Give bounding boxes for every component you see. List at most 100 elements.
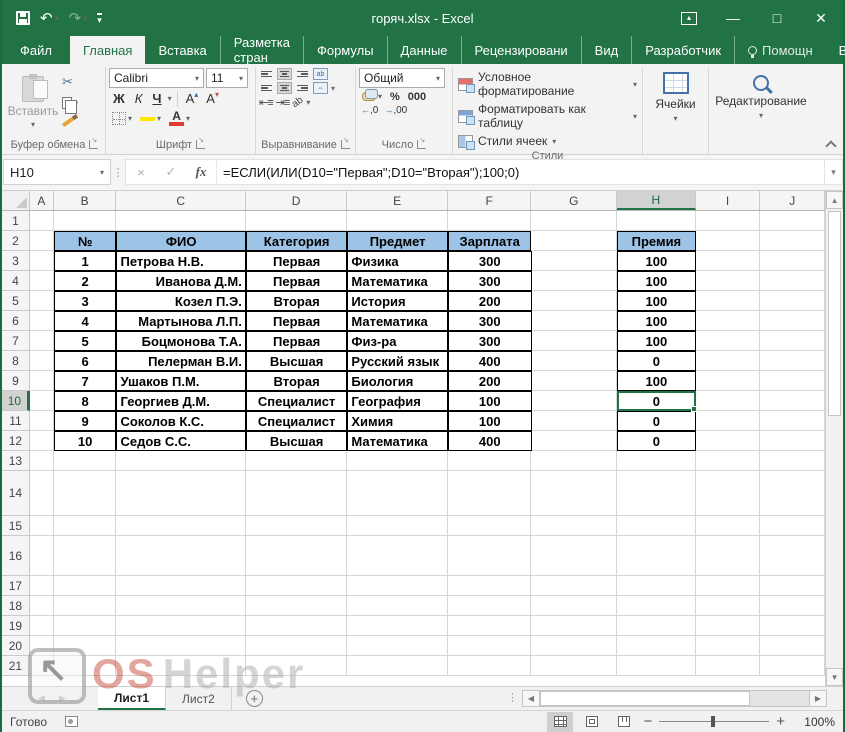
cell-F8[interactable]: 400 bbox=[448, 351, 532, 371]
zoom-slider-thumb[interactable] bbox=[711, 716, 715, 727]
cell-I6[interactable] bbox=[696, 311, 761, 331]
cell-B3[interactable]: 1 bbox=[54, 251, 117, 271]
cell-G1[interactable] bbox=[531, 211, 617, 231]
new-sheet-button[interactable]: + bbox=[246, 690, 263, 707]
cell-C4[interactable]: Иванова Д.М. bbox=[116, 271, 245, 291]
row-header-4[interactable]: 4 bbox=[2, 271, 30, 291]
cell-J5[interactable] bbox=[760, 291, 825, 311]
tab-рецензировани[interactable]: Рецензировани bbox=[462, 36, 582, 64]
underline-button[interactable]: Ч bbox=[148, 90, 165, 107]
cell-A13[interactable] bbox=[30, 451, 54, 471]
cell-B6[interactable]: 4 bbox=[54, 311, 117, 331]
cell-C5[interactable]: Козел П.Э. bbox=[116, 291, 245, 311]
cell-I14[interactable] bbox=[696, 471, 761, 516]
cell-B18[interactable] bbox=[54, 596, 117, 616]
cell-B10[interactable]: 8 bbox=[54, 391, 117, 411]
paste-button[interactable]: Вставить ▾ bbox=[7, 68, 59, 137]
cell-F19[interactable] bbox=[448, 616, 532, 636]
cells-button[interactable]: Ячейки ▾ bbox=[646, 68, 705, 154]
cell-F5[interactable]: 200 bbox=[448, 291, 532, 311]
cell-G11[interactable] bbox=[532, 411, 618, 431]
cell-D13[interactable] bbox=[246, 451, 348, 471]
tab-вид[interactable]: Вид bbox=[582, 36, 633, 64]
cell-J8[interactable] bbox=[760, 351, 825, 371]
row-header-21[interactable]: 21 bbox=[2, 656, 30, 676]
wrap-text-icon[interactable]: ab bbox=[313, 68, 328, 80]
row-header-7[interactable]: 7 bbox=[2, 331, 30, 351]
cell-D12[interactable]: Высшая bbox=[246, 431, 348, 451]
cell-E15[interactable] bbox=[347, 516, 448, 536]
cell-B12[interactable]: 10 bbox=[54, 431, 117, 451]
cell-B5[interactable]: 3 bbox=[54, 291, 117, 311]
vertical-scrollbar[interactable]: ▲ ▼ bbox=[825, 191, 843, 686]
align-center-button[interactable] bbox=[277, 82, 292, 94]
column-header-E[interactable]: E bbox=[347, 191, 448, 210]
horizontal-scrollbar[interactable]: ◀ ▶ bbox=[522, 690, 827, 707]
cell-B9[interactable]: 7 bbox=[54, 371, 117, 391]
cell-C16[interactable] bbox=[116, 536, 245, 576]
cell-E9[interactable]: Биология bbox=[347, 371, 448, 391]
row-header-20[interactable]: 20 bbox=[2, 636, 30, 656]
cell-E14[interactable] bbox=[347, 471, 448, 516]
cell-G9[interactable] bbox=[532, 371, 618, 391]
row-header-9[interactable]: 9 bbox=[2, 371, 30, 391]
redo-button[interactable]: ↷▾ bbox=[69, 9, 88, 27]
zoom-in-button[interactable]: + bbox=[776, 713, 785, 730]
column-header-A[interactable]: A bbox=[30, 191, 54, 210]
cell-A8[interactable] bbox=[30, 351, 54, 371]
decrease-indent-button[interactable]: ⇤≡ bbox=[259, 96, 273, 109]
italic-button[interactable]: К bbox=[131, 90, 147, 107]
cell-E16[interactable] bbox=[347, 536, 448, 576]
cell-C6[interactable]: Мартынова Л.П. bbox=[116, 311, 245, 331]
editing-button[interactable]: Редактирование ▾ bbox=[712, 68, 810, 154]
cell-F16[interactable] bbox=[448, 536, 532, 576]
select-all-corner[interactable] bbox=[2, 191, 30, 210]
cell-G19[interactable] bbox=[531, 616, 617, 636]
maximize-button[interactable]: □ bbox=[755, 0, 799, 36]
clipboard-dialog-launcher-icon[interactable] bbox=[89, 140, 98, 149]
cell-C10[interactable]: Георгиев Д.М. bbox=[116, 391, 245, 411]
accounting-format-button[interactable]: ▾ bbox=[359, 90, 385, 103]
undo-dropdown-icon[interactable]: ▾ bbox=[55, 14, 59, 23]
cell-A17[interactable] bbox=[30, 576, 54, 596]
sheet-prev-icon[interactable]: ◀ bbox=[38, 693, 45, 704]
cell-H10[interactable]: 0 bbox=[617, 391, 696, 411]
cell-B8[interactable]: 6 bbox=[54, 351, 117, 371]
font-color-button[interactable]: А▾ bbox=[166, 109, 193, 128]
cell-I16[interactable] bbox=[696, 536, 761, 576]
row-header-1[interactable]: 1 bbox=[2, 211, 30, 231]
cell-F12[interactable]: 400 bbox=[448, 431, 532, 451]
cell-H3[interactable]: 100 bbox=[617, 251, 696, 271]
cell-H9[interactable]: 100 bbox=[617, 371, 696, 391]
cell-H11[interactable]: 0 bbox=[617, 411, 696, 431]
row-header-6[interactable]: 6 bbox=[2, 311, 30, 331]
cell-A16[interactable] bbox=[30, 536, 54, 576]
cell-G16[interactable] bbox=[531, 536, 617, 576]
ribbon-display-options-button[interactable] bbox=[667, 0, 711, 36]
cell-D15[interactable] bbox=[246, 516, 348, 536]
zoom-slider[interactable] bbox=[659, 721, 769, 722]
redo-dropdown-icon[interactable]: ▾ bbox=[83, 14, 87, 23]
cell-A19[interactable] bbox=[30, 616, 54, 636]
tab-разработчик[interactable]: Разработчик bbox=[632, 36, 735, 64]
name-box[interactable]: H10▾ bbox=[3, 159, 111, 185]
cell-E11[interactable]: Химия bbox=[347, 411, 448, 431]
cell-E13[interactable] bbox=[347, 451, 448, 471]
tab-help[interactable]: Помощн bbox=[735, 36, 826, 64]
cell-E19[interactable] bbox=[347, 616, 448, 636]
percent-style-button[interactable]: % bbox=[387, 91, 403, 103]
styles-button-2[interactable]: Стили ячеек▾ bbox=[456, 132, 639, 150]
cell-G5[interactable] bbox=[532, 291, 618, 311]
cell-A20[interactable] bbox=[30, 636, 54, 656]
cell-C21[interactable] bbox=[116, 656, 245, 676]
font-name-combo[interactable]: Calibri▾ bbox=[109, 68, 204, 88]
cell-D8[interactable]: Высшая bbox=[246, 351, 348, 371]
copy-button[interactable]: ▾ bbox=[59, 95, 81, 111]
align-middle-button[interactable] bbox=[277, 68, 292, 80]
cell-J18[interactable] bbox=[760, 596, 825, 616]
cell-J12[interactable] bbox=[760, 431, 825, 451]
cell-D6[interactable]: Первая bbox=[246, 311, 348, 331]
cell-F1[interactable] bbox=[448, 211, 532, 231]
cell-F3[interactable]: 300 bbox=[448, 251, 532, 271]
cell-C7[interactable]: Боцмонова Т.А. bbox=[116, 331, 245, 351]
